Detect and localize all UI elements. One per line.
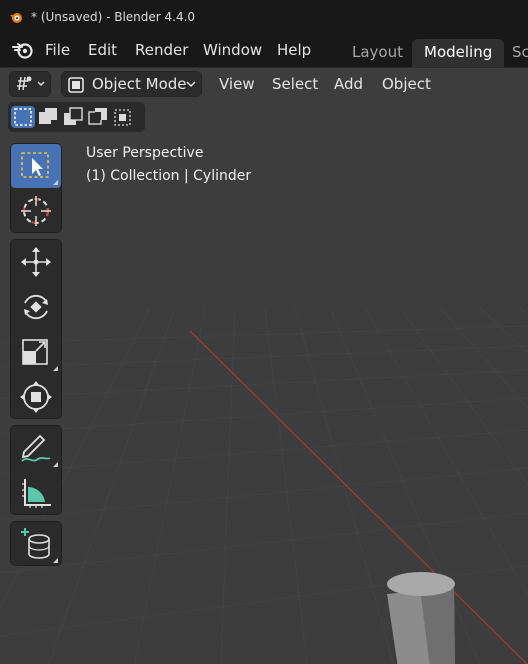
x-axis-line [189, 330, 528, 664]
select-invert-icon[interactable] [86, 106, 110, 128]
selection-mode-strip [8, 102, 145, 132]
tab-scripting[interactable]: Sc [500, 39, 528, 67]
cylinder-object[interactable] [387, 572, 455, 664]
viewport-collection-label: (1) Collection | Cylinder [86, 168, 252, 184]
select-intersect-icon[interactable] [111, 106, 135, 128]
viewport-grid [0, 307, 528, 664]
transform-icon [20, 381, 52, 413]
3d-viewport[interactable] [0, 67, 528, 664]
object-mode-label: Object Mode [92, 75, 187, 93]
toolbar-group-select [10, 143, 62, 233]
measure-icon [22, 479, 51, 508]
header-menu-add[interactable]: Add [334, 75, 363, 93]
editor-type-icon [17, 76, 45, 91]
menu-edit[interactable]: Edit [88, 41, 117, 59]
header-menu-object[interactable]: Object [382, 75, 431, 93]
title-bar: * (Unsaved) - Blender 4.4.0 [0, 0, 528, 34]
cursor-icon [21, 196, 51, 226]
tool-cursor[interactable] [11, 189, 61, 233]
editor-type-selector[interactable] [9, 71, 51, 97]
toolbar-group-add [10, 521, 62, 566]
move-icon [21, 247, 51, 277]
top-menu-bar: File Edit Render Window Help Layout Mode… [0, 34, 528, 67]
viewport-perspective-label: User Perspective [86, 145, 204, 161]
tool-annotate[interactable] [11, 426, 61, 470]
blender-logo-icon [10, 13, 22, 23]
window-title: * (Unsaved) - Blender 4.4.0 [31, 10, 196, 24]
tab-modeling[interactable]: Modeling [412, 39, 505, 67]
tool-select-box[interactable] [11, 144, 61, 188]
select-box-icon [21, 152, 49, 178]
tool-scale[interactable] [11, 330, 61, 374]
rotate-icon [24, 294, 48, 320]
object-mode-dropdown[interactable]: Object Mode [61, 71, 202, 97]
select-subtract-icon[interactable] [61, 106, 85, 128]
scale-icon [22, 339, 48, 365]
object-mode-icon [68, 77, 84, 93]
menu-window[interactable]: Window [203, 41, 262, 59]
tool-variants-indicator [53, 180, 58, 185]
viewport-header: Object Mode View Select Add Object [0, 67, 528, 101]
menu-render[interactable]: Render [135, 41, 188, 59]
toolbar-group-transform [10, 239, 62, 419]
header-menu-select[interactable]: Select [272, 75, 318, 93]
select-extend-icon[interactable] [36, 106, 60, 128]
select-new-icon[interactable] [11, 106, 35, 128]
annotate-icon [21, 434, 51, 462]
tool-measure[interactable] [11, 471, 61, 515]
tool-move[interactable] [11, 240, 61, 284]
tab-layout[interactable]: Layout [340, 39, 415, 67]
blender-menu-icon[interactable] [12, 41, 34, 59]
header-menu-view[interactable]: View [219, 75, 255, 93]
tool-transform[interactable] [11, 375, 61, 419]
toolbar-group-annotate [10, 425, 62, 515]
chevron-down-icon [186, 81, 196, 88]
tool-rotate[interactable] [11, 285, 61, 329]
menu-help[interactable]: Help [277, 41, 311, 59]
tool-add-cylinder[interactable] [11, 522, 61, 566]
menu-file[interactable]: File [45, 41, 70, 59]
add-cylinder-icon [21, 528, 50, 559]
